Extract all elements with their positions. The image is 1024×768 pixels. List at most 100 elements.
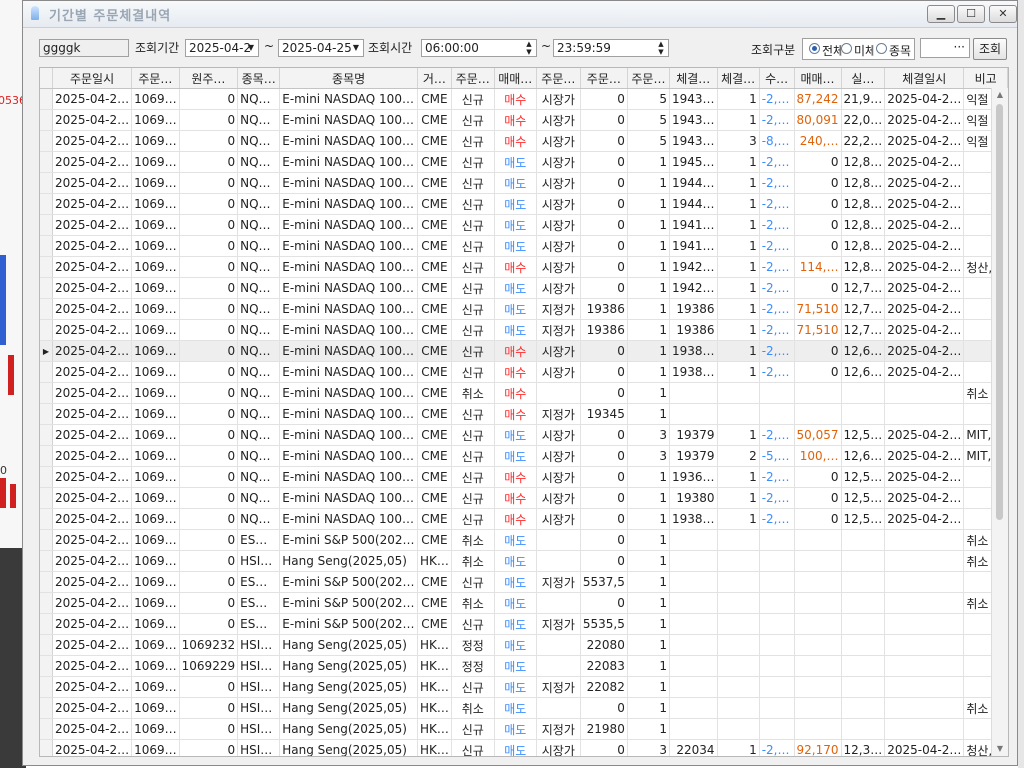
row-indicator[interactable]: [40, 634, 53, 656]
table-row[interactable]: 2025-04-2… 1069… 0 NQ… E-mini NASDAQ 100… CME…: [40, 382, 1008, 404]
table-row[interactable]: 2025-04-2… 1069… 0 NQ… E-mini NASDAQ 100… CME…: [40, 361, 1008, 383]
table-row[interactable]: 2025-04-2… 1069… 0 NQ… E-mini NASDAQ 100… CME…: [40, 508, 1008, 530]
row-indicator[interactable]: [40, 109, 53, 131]
table-row[interactable]: 2025-04-2… 1069… 0 HSI… Hang Seng(2025,05) HK…: [40, 676, 1008, 698]
column-header[interactable]: 주문…: [451, 68, 495, 89]
table-row[interactable]: 2025-04-2… 1069… 0 ES… E-mini S&P 500(202… CM…: [40, 571, 1008, 593]
row-indicator[interactable]: [40, 361, 53, 383]
table-row[interactable]: 2025-04-2… 1069… 1069232 HSI… Hang Seng(2025…: [40, 634, 1008, 656]
row-indicator[interactable]: [40, 235, 53, 257]
chevron-down-icon[interactable]: ▼: [349, 40, 363, 56]
row-indicator[interactable]: [40, 529, 53, 551]
table-row[interactable]: 2025-04-2… 1069… 0 HSI… Hang Seng(2025,05) HK…: [40, 739, 1008, 756]
table-row[interactable]: 2025-04-2… 1069… 0 NQ… E-mini NASDAQ 100… CME…: [40, 235, 1008, 257]
column-header[interactable]: 매매…: [794, 68, 842, 89]
column-header[interactable]: 실…: [841, 68, 886, 89]
column-header[interactable]: 매매…: [494, 68, 537, 89]
table-row[interactable]: 2025-04-2… 1069… 0 NQ… E-mini NASDAQ 100… CME…: [40, 130, 1008, 152]
date-to-select[interactable]: 2025-04-25 ▼: [278, 39, 364, 57]
table-row[interactable]: 2025-04-2… 1069… 0 NQ… E-mini NASDAQ 100… CME…: [40, 109, 1008, 131]
column-header[interactable]: 주문…: [627, 68, 671, 89]
scroll-up-icon[interactable]: ▲: [992, 88, 1008, 102]
column-header[interactable]: 종목명: [279, 68, 418, 89]
radio-all[interactable]: [809, 43, 820, 54]
row-indicator[interactable]: [40, 403, 53, 425]
column-header[interactable]: 주문…: [131, 68, 180, 89]
row-indicator[interactable]: [40, 571, 53, 593]
row-indicator[interactable]: [40, 697, 53, 719]
radio-item[interactable]: [876, 43, 887, 54]
row-indicator[interactable]: [40, 172, 53, 194]
row-indicator[interactable]: ▶: [40, 340, 53, 362]
table-row[interactable]: 2025-04-2… 1069… 0 HSI… Hang Seng(2025,05) HK…: [40, 718, 1008, 740]
maximize-button[interactable]: ☐: [957, 5, 985, 23]
row-indicator[interactable]: [40, 277, 53, 299]
row-indicator[interactable]: [40, 256, 53, 278]
table-row[interactable]: 2025-04-2… 1069… 0 NQ… E-mini NASDAQ 100… CME…: [40, 466, 1008, 488]
row-indicator[interactable]: [40, 676, 53, 698]
row-indicator[interactable]: [40, 88, 53, 110]
table-row[interactable]: 2025-04-2… 1069… 0 NQ… E-mini NASDAQ 100… CME…: [40, 298, 1008, 320]
table-row[interactable]: 2025-04-2… 1069… 1069229 HSI… Hang Seng(2025…: [40, 655, 1008, 677]
account-field[interactable]: ggggk: [39, 39, 129, 57]
row-indicator[interactable]: [40, 214, 53, 236]
row-indicator[interactable]: [40, 424, 53, 446]
row-indicator[interactable]: [40, 466, 53, 488]
radio-unfilled[interactable]: [841, 43, 852, 54]
row-indicator[interactable]: [40, 151, 53, 173]
column-header[interactable]: 거…: [417, 68, 452, 89]
table-row[interactable]: 2025-04-2… 1069… 0 NQ… E-mini NASDAQ 100… CME…: [40, 424, 1008, 446]
row-indicator[interactable]: [40, 592, 53, 614]
table-row[interactable]: 2025-04-2… 1069… 0 NQ… E-mini NASDAQ 100… CME…: [40, 445, 1008, 467]
title-bar[interactable]: 기간별 주문체결내역 ▁ ☐ ✕: [23, 1, 1017, 28]
table-row[interactable]: 2025-04-2… 1069… 0 NQ… E-mini NASDAQ 100… CME…: [40, 319, 1008, 341]
table-row[interactable]: 2025-04-2… 1069… 0 ES… E-mini S&P 500(202… CM…: [40, 529, 1008, 551]
column-header[interactable]: 수…: [759, 68, 795, 89]
row-indicator[interactable]: [40, 319, 53, 341]
table-row[interactable]: 2025-04-2… 1069… 0 NQ… E-mini NASDAQ 100… CME…: [40, 214, 1008, 236]
table-row[interactable]: 2025-04-2… 1069… 0 NQ… E-mini NASDAQ 100… CME…: [40, 151, 1008, 173]
table-row[interactable]: 2025-04-2… 1069… 0 NQ… E-mini NASDAQ 100… CME…: [40, 403, 1008, 425]
time-from-input[interactable]: 06:00:00 ▲ ▼: [421, 39, 537, 57]
table-row[interactable]: 2025-04-2… 1069… 0 HSI… Hang Seng(2025,05) HK…: [40, 550, 1008, 572]
table-row[interactable]: 2025-04-2… 1069… 0 NQ… E-mini NASDAQ 100… CME…: [40, 172, 1008, 194]
item-code-field[interactable]: ···: [920, 38, 970, 58]
column-header[interactable]: 주문…: [536, 68, 581, 89]
spinner-icon[interactable]: ▲ ▼: [656, 40, 666, 56]
chevron-down-icon[interactable]: ▼: [244, 40, 258, 56]
close-button[interactable]: ✕: [989, 5, 1017, 23]
spinner-icon[interactable]: ▲ ▼: [524, 40, 534, 56]
table-row[interactable]: 2025-04-2… 1069… 0 NQ… E-mini NASDAQ 100… CME…: [40, 256, 1008, 278]
table-row[interactable]: ▶ 2025-04-2… 1069… 0 NQ… E-mini NASDAQ 100… CM…: [40, 340, 1008, 362]
row-indicator[interactable]: [40, 613, 53, 635]
table-row[interactable]: 2025-04-2… 1069… 0 ES… E-mini S&P 500(202… CM…: [40, 592, 1008, 614]
column-header[interactable]: 주문…: [580, 68, 628, 89]
orders-grid[interactable]: 주문일시 주문… 원주… 종목… 종목명 거… 주문… 매매… 주문… 주문… 주문… 체결… 체결… 수…: [39, 67, 1009, 757]
table-row[interactable]: 2025-04-2… 1069… 0 NQ… E-mini NASDAQ 100… CME…: [40, 277, 1008, 299]
row-indicator[interactable]: [40, 445, 53, 467]
query-button[interactable]: 조회: [973, 38, 1007, 60]
more-icon[interactable]: ···: [954, 40, 965, 54]
row-indicator[interactable]: [40, 487, 53, 509]
row-indicator[interactable]: [40, 718, 53, 740]
column-header[interactable]: 종목…: [237, 68, 281, 89]
column-header[interactable]: 체결…: [669, 68, 718, 89]
table-row[interactable]: 2025-04-2… 1069… 0 NQ… E-mini NASDAQ 100… CME…: [40, 88, 1008, 110]
column-header[interactable]: 비고: [963, 68, 1008, 89]
table-row[interactable]: 2025-04-2… 1069… 0 NQ… E-mini NASDAQ 100… CME…: [40, 193, 1008, 215]
column-header[interactable]: 체결일시: [884, 68, 965, 89]
scroll-down-icon[interactable]: ▼: [992, 742, 1008, 756]
row-indicator[interactable]: [40, 739, 53, 756]
table-row[interactable]: 2025-04-2… 1069… 0 NQ… E-mini NASDAQ 100… CME…: [40, 487, 1008, 509]
row-indicator[interactable]: [40, 298, 53, 320]
row-indicator[interactable]: [40, 655, 53, 677]
column-header[interactable]: 체결…: [717, 68, 760, 89]
vertical-scrollbar[interactable]: ▲ ▼: [991, 88, 1008, 756]
column-header[interactable]: 원주…: [179, 68, 239, 89]
row-indicator[interactable]: [40, 130, 53, 152]
date-from-select[interactable]: 2025-04-2 ▼: [185, 39, 259, 57]
table-row[interactable]: 2025-04-2… 1069… 0 ES… E-mini S&P 500(202… CM…: [40, 613, 1008, 635]
time-to-input[interactable]: 23:59:59 ▲ ▼: [553, 39, 669, 57]
row-indicator[interactable]: [40, 550, 53, 572]
row-indicator[interactable]: [40, 382, 53, 404]
